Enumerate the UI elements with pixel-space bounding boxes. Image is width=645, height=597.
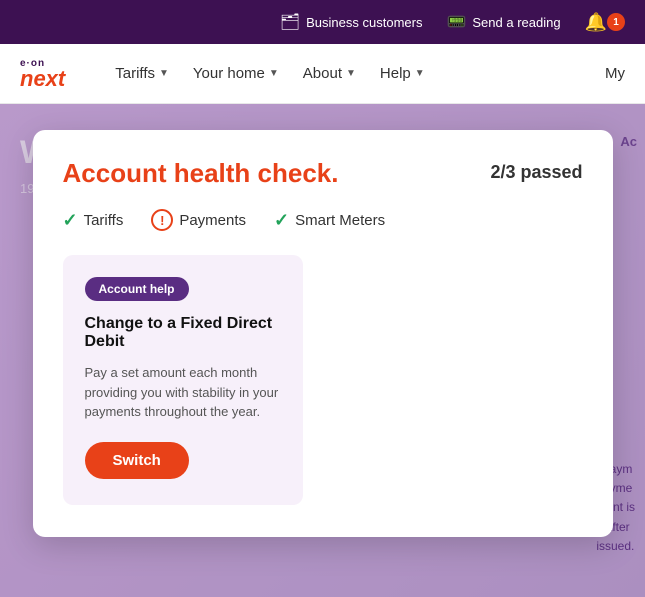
check-passed-icon: ✓ — [63, 210, 78, 231]
check-smart-meters-label: Smart Meters — [295, 212, 385, 229]
modal-backdrop: Account health check. 2/3 passed ✓ Tarif… — [0, 0, 645, 597]
card-title: Change to a Fixed Direct Debit — [85, 315, 281, 351]
card-description: Pay a set amount each month providing yo… — [85, 363, 281, 422]
card-tag: Account help — [85, 277, 189, 301]
check-payments-label: Payments — [179, 212, 246, 229]
check-payments: ! Payments — [151, 209, 246, 231]
modal-checks: ✓ Tariffs ! Payments ✓ Smart Meters — [63, 209, 583, 231]
modal-header: Account health check. 2/3 passed — [63, 158, 583, 189]
modal-title: Account health check. — [63, 158, 339, 189]
check-tariffs: ✓ Tariffs — [63, 210, 124, 231]
account-health-check-modal: Account health check. 2/3 passed ✓ Tarif… — [33, 130, 613, 537]
passed-badge: 2/3 passed — [490, 162, 582, 183]
check-passed-icon-2: ✓ — [274, 210, 289, 231]
check-tariffs-label: Tariffs — [84, 212, 124, 229]
account-help-card: Account help Change to a Fixed Direct De… — [63, 255, 303, 505]
check-smart-meters: ✓ Smart Meters — [274, 210, 385, 231]
check-warning-icon: ! — [151, 209, 173, 231]
switch-button[interactable]: Switch — [85, 442, 189, 479]
